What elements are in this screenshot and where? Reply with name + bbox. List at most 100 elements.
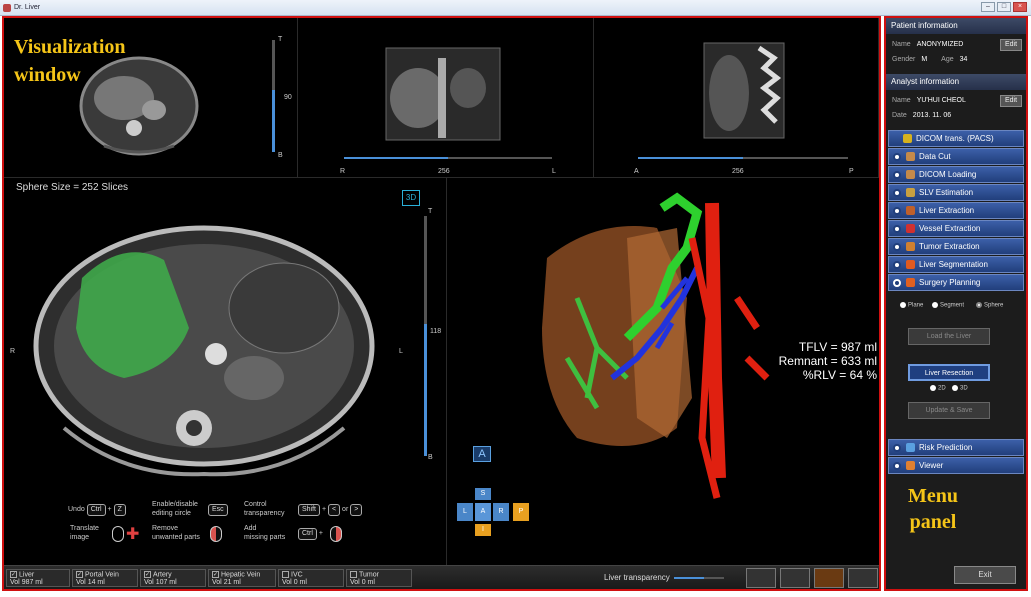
view-layout-4-button[interactable]	[848, 568, 878, 588]
view-layout-1-button[interactable]	[746, 568, 776, 588]
structure-portal-vein[interactable]: ✓ Portal Vein Vol 14 ml	[72, 569, 138, 587]
structure-hepatic-vein[interactable]: ✓ Hepatic Vein Vol 21 ml	[208, 569, 276, 587]
mouse-icon	[112, 526, 124, 542]
hint-undo-label: Undo	[68, 506, 85, 513]
step-data-cut[interactable]: Data Cut	[888, 148, 1024, 165]
hint-add: Add missing parts	[244, 525, 286, 541]
menu-panel: Patient information Name ANONYMIZED Edit …	[884, 16, 1028, 591]
axial-top-label: T	[278, 36, 283, 43]
exit-button[interactable]: Exit	[954, 566, 1016, 584]
3d-toggle-button[interactable]: 3D	[402, 190, 420, 206]
patient-name: ANONYMIZED	[916, 41, 964, 48]
key-esc: Esc	[208, 504, 228, 516]
step-liver-extraction[interactable]: Liver Extraction	[888, 202, 1024, 219]
main-axial-pane[interactable]: Sphere Size = 252 Slices 3D R L T 118 B …	[4, 178, 447, 568]
view-axial-button[interactable]	[780, 568, 810, 588]
axial-slice-value: 90	[284, 94, 292, 101]
step-viewer[interactable]: Viewer	[888, 457, 1024, 474]
analyst-edit-button[interactable]: Edit	[1000, 95, 1022, 107]
plane-radio[interactable]: Plane	[900, 302, 923, 309]
structure-artery[interactable]: ✓ Artery Vol 107 ml	[140, 569, 206, 587]
ivc-checkbox[interactable]	[282, 571, 289, 578]
artery-checkbox[interactable]: ✓	[144, 571, 151, 578]
orientation-left-button[interactable]: L	[457, 503, 473, 521]
coronal-right-label: L	[552, 168, 556, 175]
analyst-info-header: Analyst information	[886, 74, 1026, 90]
analyst-name: YU'HUI CHEOL	[916, 97, 966, 104]
structure-tumor[interactable]: Tumor Vol 0 ml	[346, 569, 412, 587]
step-risk-prediction[interactable]: Risk Prediction	[888, 439, 1024, 456]
step-liver-segmentation[interactable]: Liver Segmentation	[888, 256, 1024, 273]
patient-gender: M	[921, 56, 928, 63]
rlv-value: %RLV = 64 %	[802, 368, 877, 382]
step-radio-icon	[893, 443, 901, 452]
step-radio-icon	[893, 152, 901, 161]
structure-ivc[interactable]: IVC Vol 0 ml	[278, 569, 344, 587]
tumor-checkbox[interactable]	[350, 571, 357, 578]
step-dicom-trans[interactable]: DICOM trans. (PACS)	[888, 130, 1024, 147]
step-vessel-extraction[interactable]: Vessel Extraction	[888, 220, 1024, 237]
close-button[interactable]: ×	[1013, 2, 1027, 12]
resection-2d-radio[interactable]: 2D	[930, 385, 946, 392]
minimize-button[interactable]: –	[981, 2, 995, 12]
visualization-window-annotation: Visualization window	[14, 33, 126, 89]
sagittal-slice-slider[interactable]	[638, 157, 848, 159]
coronal-slice-slider[interactable]	[344, 157, 552, 159]
mouse-right-click-icon	[210, 526, 222, 542]
step-tumor-extraction[interactable]: Tumor Extraction	[888, 238, 1024, 255]
maximize-button[interactable]: □	[997, 2, 1011, 12]
patient-info-header: Patient information	[886, 18, 1026, 34]
radio-icon	[930, 385, 936, 391]
key-z: Z	[113, 504, 126, 516]
orientation-right-button[interactable]: R	[493, 503, 509, 521]
hint-undo: Undo Ctrl + Z	[68, 504, 126, 516]
orientation-superior-button[interactable]: S	[475, 488, 491, 500]
hepatic-vein-checkbox[interactable]: ✓	[212, 571, 219, 578]
ivc-volume: 0 ml	[293, 579, 307, 587]
coronal-left-label: R	[340, 168, 346, 175]
title-bar: Dr. Liver – □ ×	[0, 0, 1031, 16]
view-liver-3d-button[interactable]	[814, 568, 844, 588]
sphere-radio[interactable]: Sphere	[976, 302, 1003, 309]
orientation-inferior-button[interactable]: I	[475, 524, 491, 536]
volume-stats: TFLV = 987 ml Remnant = 633 ml %RLV = 64…	[779, 340, 877, 382]
liver-checkbox[interactable]: ✓	[10, 571, 17, 578]
risk-prediction-icon	[906, 443, 915, 452]
sagittal-pane[interactable]: A 256 P	[594, 18, 879, 178]
portal-vein-volume: 14 ml	[87, 579, 105, 587]
liver-transparency-slider[interactable]	[674, 577, 724, 579]
structure-liver[interactable]: ✓ Liver Vol 987 ml	[6, 569, 70, 587]
radio-icon	[900, 302, 906, 308]
liver-resection-button[interactable]: Liver Resection	[908, 364, 990, 381]
step-slv-estimation[interactable]: SLV Estimation	[888, 184, 1024, 201]
orientation-posterior-button[interactable]: P	[513, 503, 529, 521]
main-axial-slice-slider[interactable]	[424, 216, 427, 456]
key-less: <	[328, 504, 341, 516]
resection-3d-radio[interactable]: 3D	[952, 385, 968, 392]
viewer-icon	[906, 461, 915, 470]
patient-edit-button[interactable]: Edit	[1000, 39, 1022, 51]
hint-translate: Translate image	[70, 525, 99, 541]
radio-icon	[932, 302, 938, 308]
3d-view-pane[interactable]: TFLV = 987 ml Remnant = 633 ml %RLV = 64…	[447, 178, 879, 568]
visualization-window: T 90 B R 256 L A 256 P Sphere Size = 252…	[2, 16, 881, 591]
step-radio-icon	[893, 188, 901, 197]
hint-add-keys: Ctrl +	[298, 528, 323, 540]
segment-radio[interactable]: Segment	[932, 302, 964, 309]
sphere-size-label: Sphere Size = 252 Slices	[16, 182, 129, 193]
remnant-value: Remnant = 633 ml	[778, 354, 877, 368]
axial-slice-slider[interactable]	[272, 40, 275, 152]
radio-icon	[952, 385, 958, 391]
update-save-button[interactable]: Update & Save	[908, 402, 990, 419]
orientation-anterior-button[interactable]: A	[473, 446, 491, 462]
liver-segmentation-icon	[906, 260, 915, 269]
portal-vein-checkbox[interactable]: ✓	[76, 571, 83, 578]
step-surgery-planning[interactable]: Surgery Planning	[888, 274, 1024, 291]
liver-extraction-icon	[906, 206, 915, 215]
hint-enable: Enable/disable editing circle	[152, 501, 198, 517]
load-liver-button[interactable]: Load the Liver	[908, 328, 990, 345]
coronal-pane[interactable]: R 256 L	[298, 18, 594, 178]
orientation-anterior-face-button[interactable]: A	[475, 503, 491, 521]
main-axial-slice-value: 118	[430, 328, 442, 335]
step-dicom-loading[interactable]: DICOM Loading	[888, 166, 1024, 183]
